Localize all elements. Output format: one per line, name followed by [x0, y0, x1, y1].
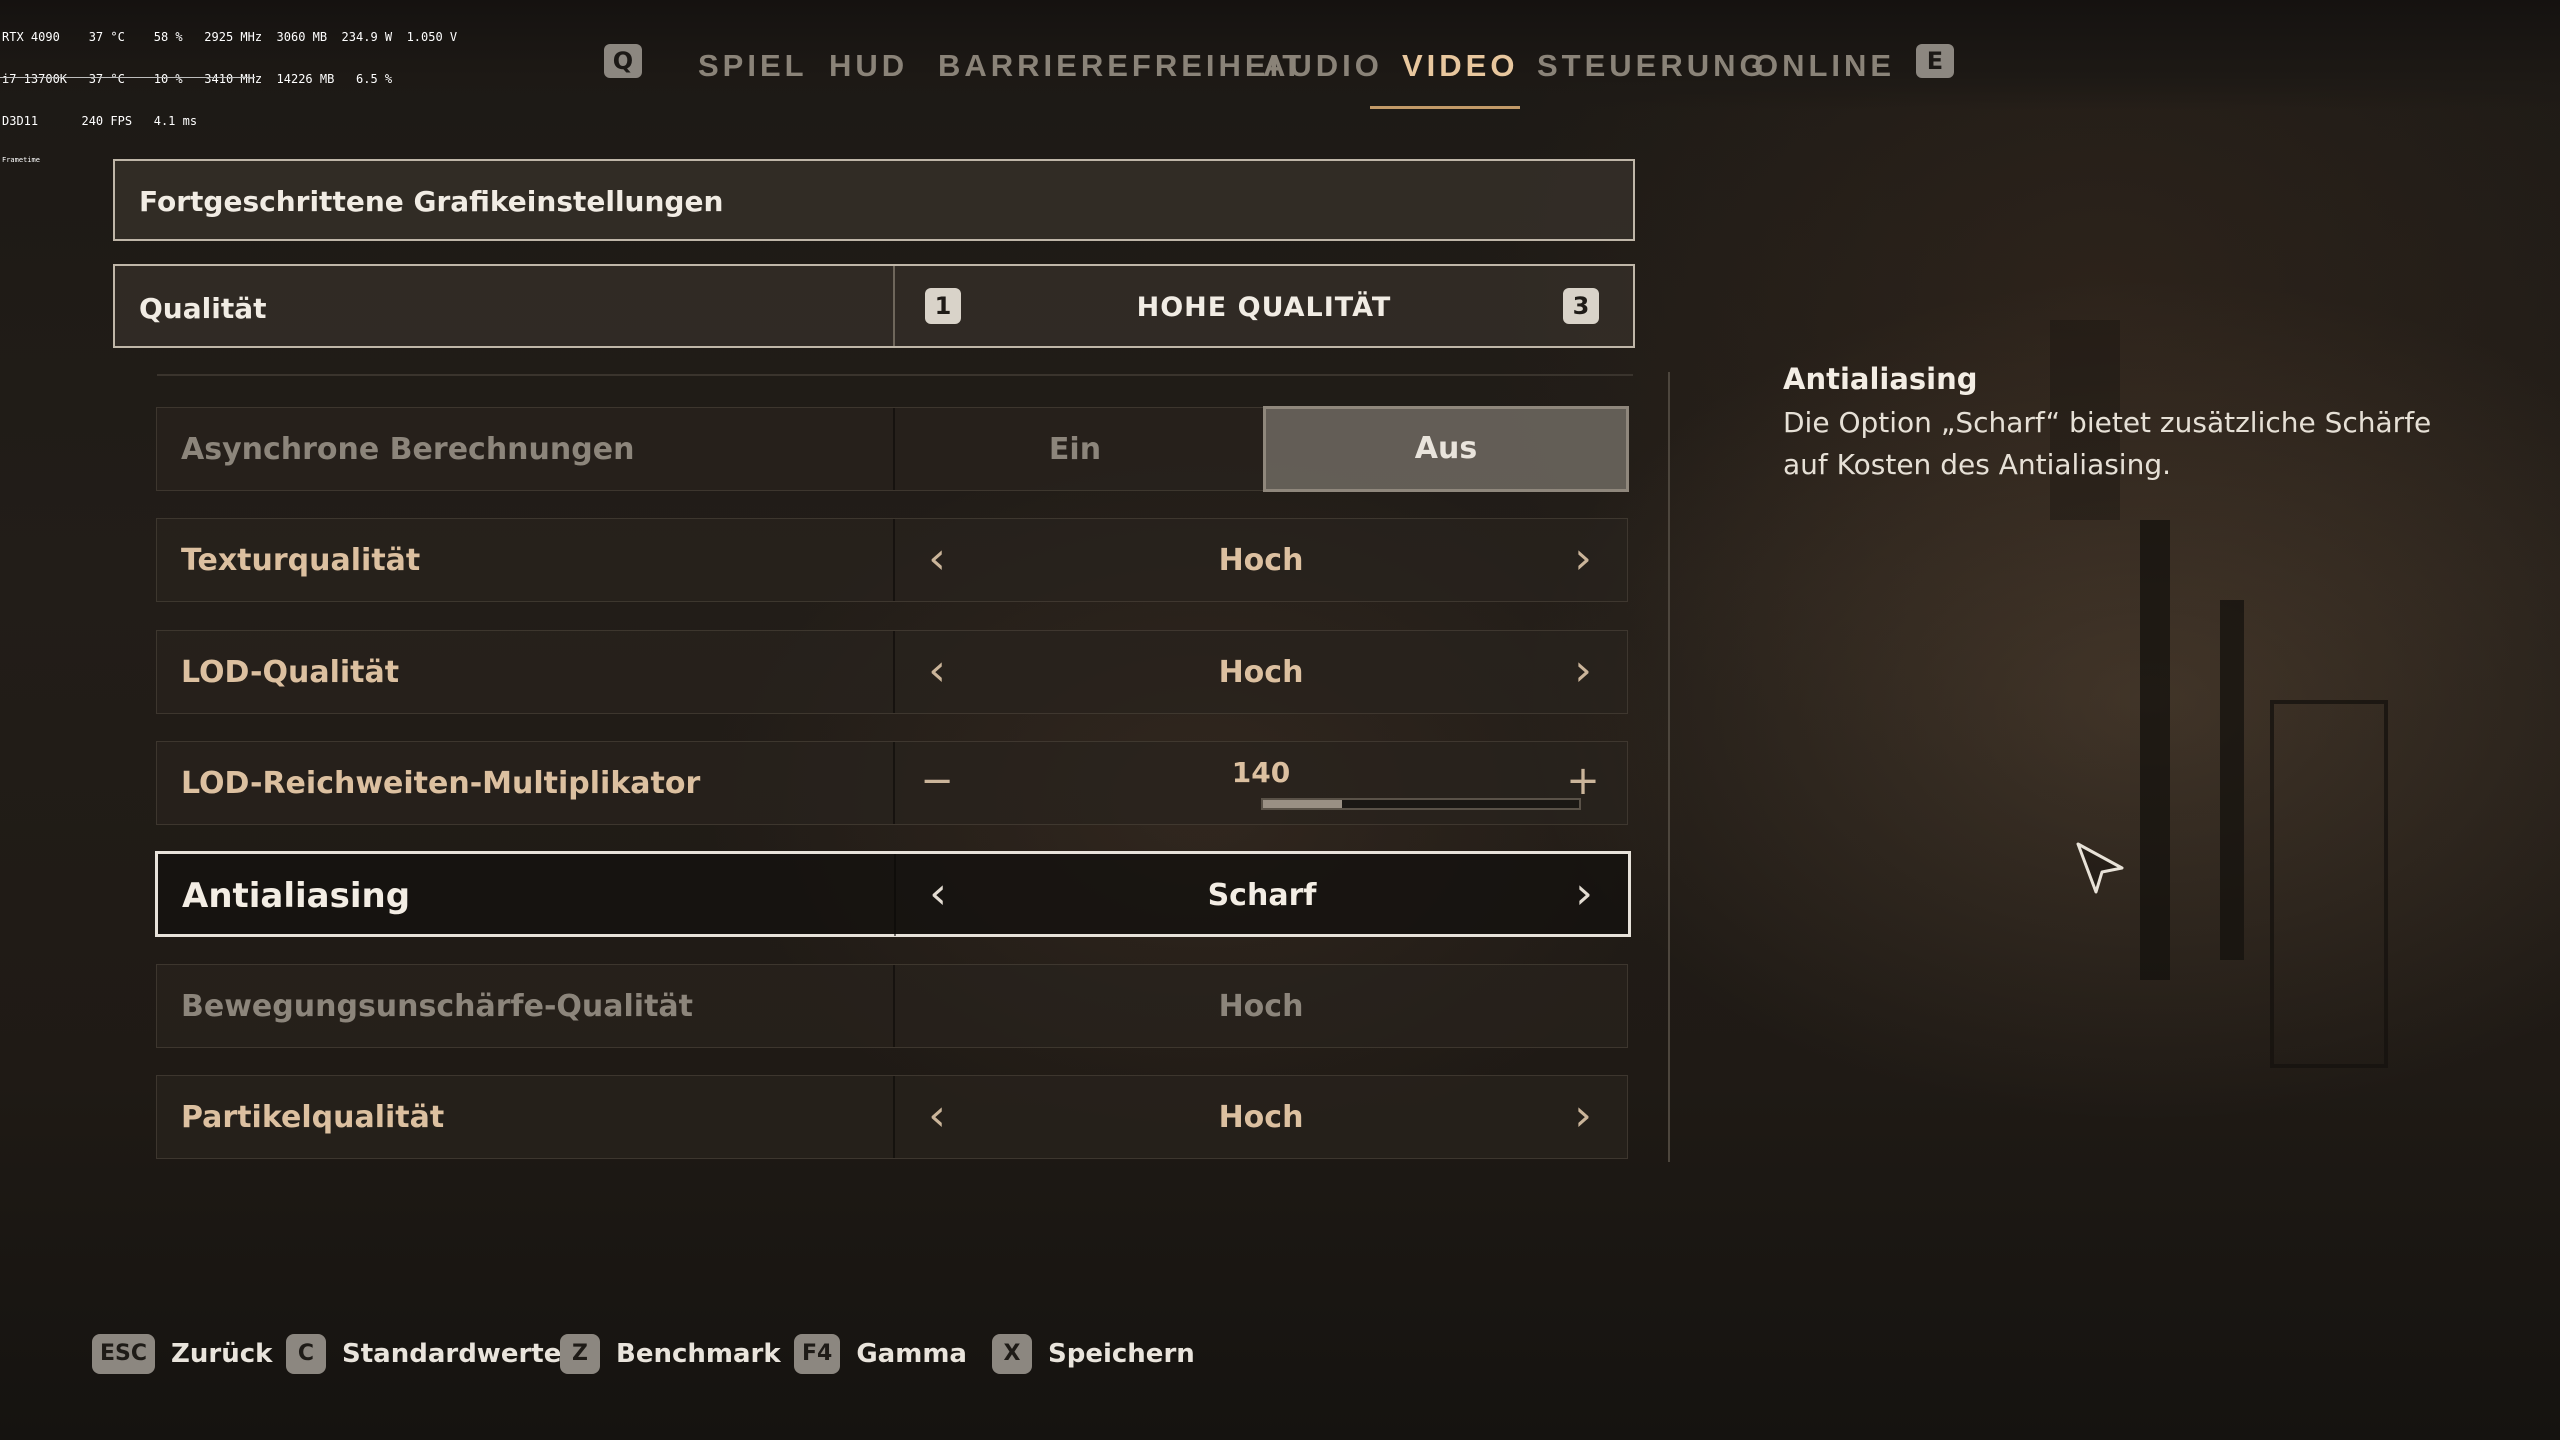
- quality-next-key[interactable]: 3: [1563, 288, 1599, 324]
- section-title: Fortgeschrittene Grafikeinstellungen: [139, 185, 724, 218]
- setting-row-motion-blur-quality[interactable]: Bewegungsunschärfe-Qualität Hoch: [156, 964, 1628, 1048]
- active-tab-indicator: [1370, 106, 1520, 109]
- quality-label: Qualität: [139, 292, 267, 325]
- tab-barrierefreiheit[interactable]: BARRIEREFREIHEIT: [938, 48, 1305, 84]
- esc-key-icon: ESC: [92, 1334, 156, 1374]
- setting-value: Hoch: [1218, 543, 1304, 578]
- hint-label: Benchmark: [616, 1339, 781, 1369]
- tab-video[interactable]: VIDEO: [1402, 48, 1518, 84]
- setting-row-texture-quality[interactable]: Texturqualität ‹ Hoch ›: [156, 518, 1628, 602]
- hint-gamma[interactable]: F4 Gamma: [794, 1330, 967, 1378]
- slider-fill: [1263, 800, 1342, 808]
- setting-row-lod-range-multiplier[interactable]: LOD-Reichweiten-Multiplikator − 140 +: [156, 741, 1628, 825]
- setting-label: Antialiasing: [182, 876, 411, 916]
- quality-value: HOHE QUALITÄT: [1136, 292, 1392, 323]
- advanced-graphics-header: Fortgeschrittene Grafikeinstellungen: [113, 159, 1635, 241]
- chevron-right-icon[interactable]: ›: [1561, 645, 1605, 697]
- setting-row-antialiasing[interactable]: Antialiasing ‹ Scharf ›: [155, 851, 1631, 937]
- quality-preset-row[interactable]: Qualität 1 HOHE QUALITÄT 3: [113, 264, 1635, 348]
- setting-label: Bewegungsunschärfe-Qualität: [181, 989, 693, 1024]
- description-text: Die Option „Scharf“ bietet zusätzliche S…: [1783, 406, 2432, 481]
- hint-back[interactable]: ESC Zurück: [92, 1330, 272, 1378]
- prev-tab-key[interactable]: Q: [604, 44, 642, 78]
- setting-value: Scharf: [1207, 878, 1317, 913]
- setting-row-lod-quality[interactable]: LOD-Qualität ‹ Hoch ›: [156, 630, 1628, 714]
- chevron-right-icon[interactable]: ›: [1561, 1090, 1605, 1142]
- top-bar: RTX 4090 37 °C 58 % 2925 MHz 3060 MB 234…: [0, 0, 2560, 164]
- setting-label: LOD-Reichweiten-Multiplikator: [181, 766, 701, 801]
- hint-label: Speichern: [1048, 1339, 1195, 1369]
- setting-value: Hoch: [1218, 655, 1304, 690]
- tab-spiel[interactable]: SPIEL: [698, 48, 808, 84]
- c-key-icon: C: [286, 1334, 326, 1374]
- option-label: Aus: [1414, 431, 1478, 466]
- f4-key-icon: F4: [794, 1334, 841, 1374]
- async-on-option[interactable]: Ein: [895, 408, 1255, 490]
- setting-label: Asynchrone Berechnungen: [181, 432, 635, 467]
- background-tower: [2270, 700, 2388, 1068]
- lod-range-slider[interactable]: [1261, 798, 1581, 810]
- next-tab-key[interactable]: E: [1916, 44, 1954, 78]
- setting-label: Texturqualität: [181, 543, 421, 578]
- option-label: Ein: [1048, 432, 1102, 467]
- z-key-icon: Z: [560, 1334, 600, 1374]
- slider-value: 140: [1231, 756, 1291, 789]
- chevron-right-icon[interactable]: ›: [1562, 868, 1606, 920]
- hint-label: Gamma: [856, 1339, 967, 1369]
- panel-divider: [1668, 372, 1670, 1162]
- settings-tabs: Q SPIEL HUD BARRIEREFREIHEIT AUDIO VIDEO…: [0, 36, 2560, 109]
- background-ruins: [2220, 600, 2244, 960]
- async-off-option[interactable]: Aus: [1263, 406, 1629, 492]
- tab-hud[interactable]: HUD: [829, 48, 908, 84]
- hint-defaults[interactable]: C Standardwerte: [286, 1330, 561, 1378]
- description-title: Antialiasing: [1783, 362, 1978, 396]
- tab-online[interactable]: ONLINE: [1754, 48, 1895, 84]
- setting-value: Hoch: [1218, 1100, 1304, 1135]
- x-key-icon: X: [992, 1334, 1032, 1374]
- hint-label: Zurück: [171, 1339, 273, 1369]
- hint-label: Standardwerte: [342, 1339, 562, 1369]
- chevron-right-icon[interactable]: ›: [1561, 533, 1605, 585]
- tab-audio[interactable]: AUDIO: [1263, 48, 1383, 84]
- perf-line-fps: D3D11 240 FPS 4.1 ms: [2, 114, 198, 128]
- setting-label: LOD-Qualität: [181, 655, 400, 690]
- mouse-cursor-icon: [2076, 842, 2124, 894]
- plus-icon[interactable]: +: [1561, 758, 1605, 804]
- hint-save[interactable]: X Speichern: [992, 1330, 1195, 1378]
- tab-steuerung[interactable]: STEUERUNG: [1537, 48, 1768, 84]
- setting-row-particle-quality[interactable]: Partikelqualität ‹ Hoch ›: [156, 1075, 1628, 1159]
- hint-benchmark[interactable]: Z Benchmark: [560, 1330, 781, 1378]
- separator: [157, 374, 1633, 376]
- background-ruins: [2140, 520, 2170, 980]
- setting-value: Hoch: [1218, 989, 1304, 1024]
- setting-row-async-compute[interactable]: Asynchrone Berechnungen Ein Aus: [156, 406, 1629, 492]
- setting-label: Partikelqualität: [181, 1100, 445, 1135]
